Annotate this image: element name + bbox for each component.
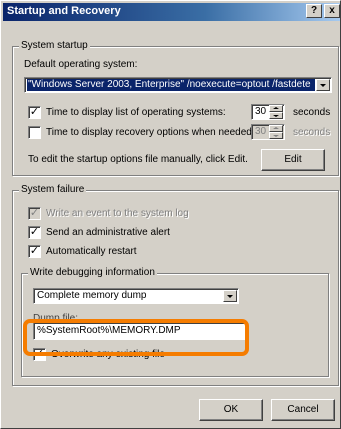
window-title: Startup and Recovery	[7, 5, 121, 17]
send-alert-label: Send an administrative alert	[46, 227, 170, 238]
highlight-ring	[23, 319, 249, 356]
default-os-select[interactable]: "Windows Server 2003, Enterprise" /noexe…	[24, 77, 332, 93]
startup-recovery-dialog: Startup and Recovery ? x System startup D…	[0, 0, 341, 429]
time-list-checkbox[interactable]: ✓	[28, 106, 41, 119]
time-recovery-checkbox[interactable]	[28, 126, 41, 139]
system-startup-legend: System startup	[19, 40, 90, 52]
time-list-units: seconds	[293, 107, 331, 118]
close-button[interactable]: x	[324, 4, 340, 18]
chevron-down-icon[interactable]	[223, 290, 237, 302]
cancel-button[interactable]: Cancel	[271, 399, 335, 421]
spin-up-icon[interactable]	[269, 105, 283, 112]
debugging-legend: Write debugging information	[28, 267, 157, 279]
system-failure-legend: System failure	[19, 184, 87, 196]
send-alert-checkbox[interactable]: ✓	[28, 226, 41, 239]
chevron-down-icon[interactable]	[316, 79, 330, 91]
spin-up-icon[interactable]	[269, 125, 283, 132]
spinner-arrows[interactable]	[269, 105, 283, 119]
default-os-label: Default operating system:	[24, 59, 138, 70]
auto-restart-label: Automatically restart	[46, 246, 137, 257]
help-button[interactable]: ?	[306, 4, 322, 18]
title-buttons: ? x	[304, 4, 340, 18]
time-recovery-spinner[interactable]: 30	[251, 124, 285, 140]
edit-hint-text: To edit the startup options file manuall…	[28, 154, 248, 165]
time-list-value: 30	[255, 106, 267, 117]
system-failure-group: System failure ✓ Write an event to the s…	[12, 184, 339, 386]
spin-down-icon[interactable]	[269, 112, 283, 119]
spin-down-icon[interactable]	[269, 132, 283, 139]
dump-type-value: Complete memory dump	[37, 290, 147, 301]
title-bar[interactable]: Startup and Recovery ? x	[3, 3, 340, 21]
time-recovery-label: Time to display recovery options when ne…	[46, 127, 255, 138]
write-event-checkbox[interactable]: ✓	[28, 207, 41, 220]
time-recovery-value: 30	[255, 126, 267, 137]
edit-button[interactable]: Edit	[261, 149, 325, 171]
time-list-label: Time to display list of operating system…	[46, 107, 226, 118]
ok-button[interactable]: OK	[199, 399, 263, 421]
system-startup-group: System startup Default operating system:…	[12, 40, 339, 176]
time-recovery-units: seconds	[293, 127, 331, 138]
dump-type-select[interactable]: Complete memory dump	[33, 288, 239, 304]
default-os-value: "Windows Server 2003, Enterprise" /noexe…	[27, 79, 315, 91]
write-event-label: Write an event to the system log	[46, 208, 189, 219]
auto-restart-checkbox[interactable]: ✓	[28, 245, 41, 258]
spinner-arrows[interactable]	[269, 125, 283, 139]
time-list-spinner[interactable]: 30	[251, 104, 285, 120]
